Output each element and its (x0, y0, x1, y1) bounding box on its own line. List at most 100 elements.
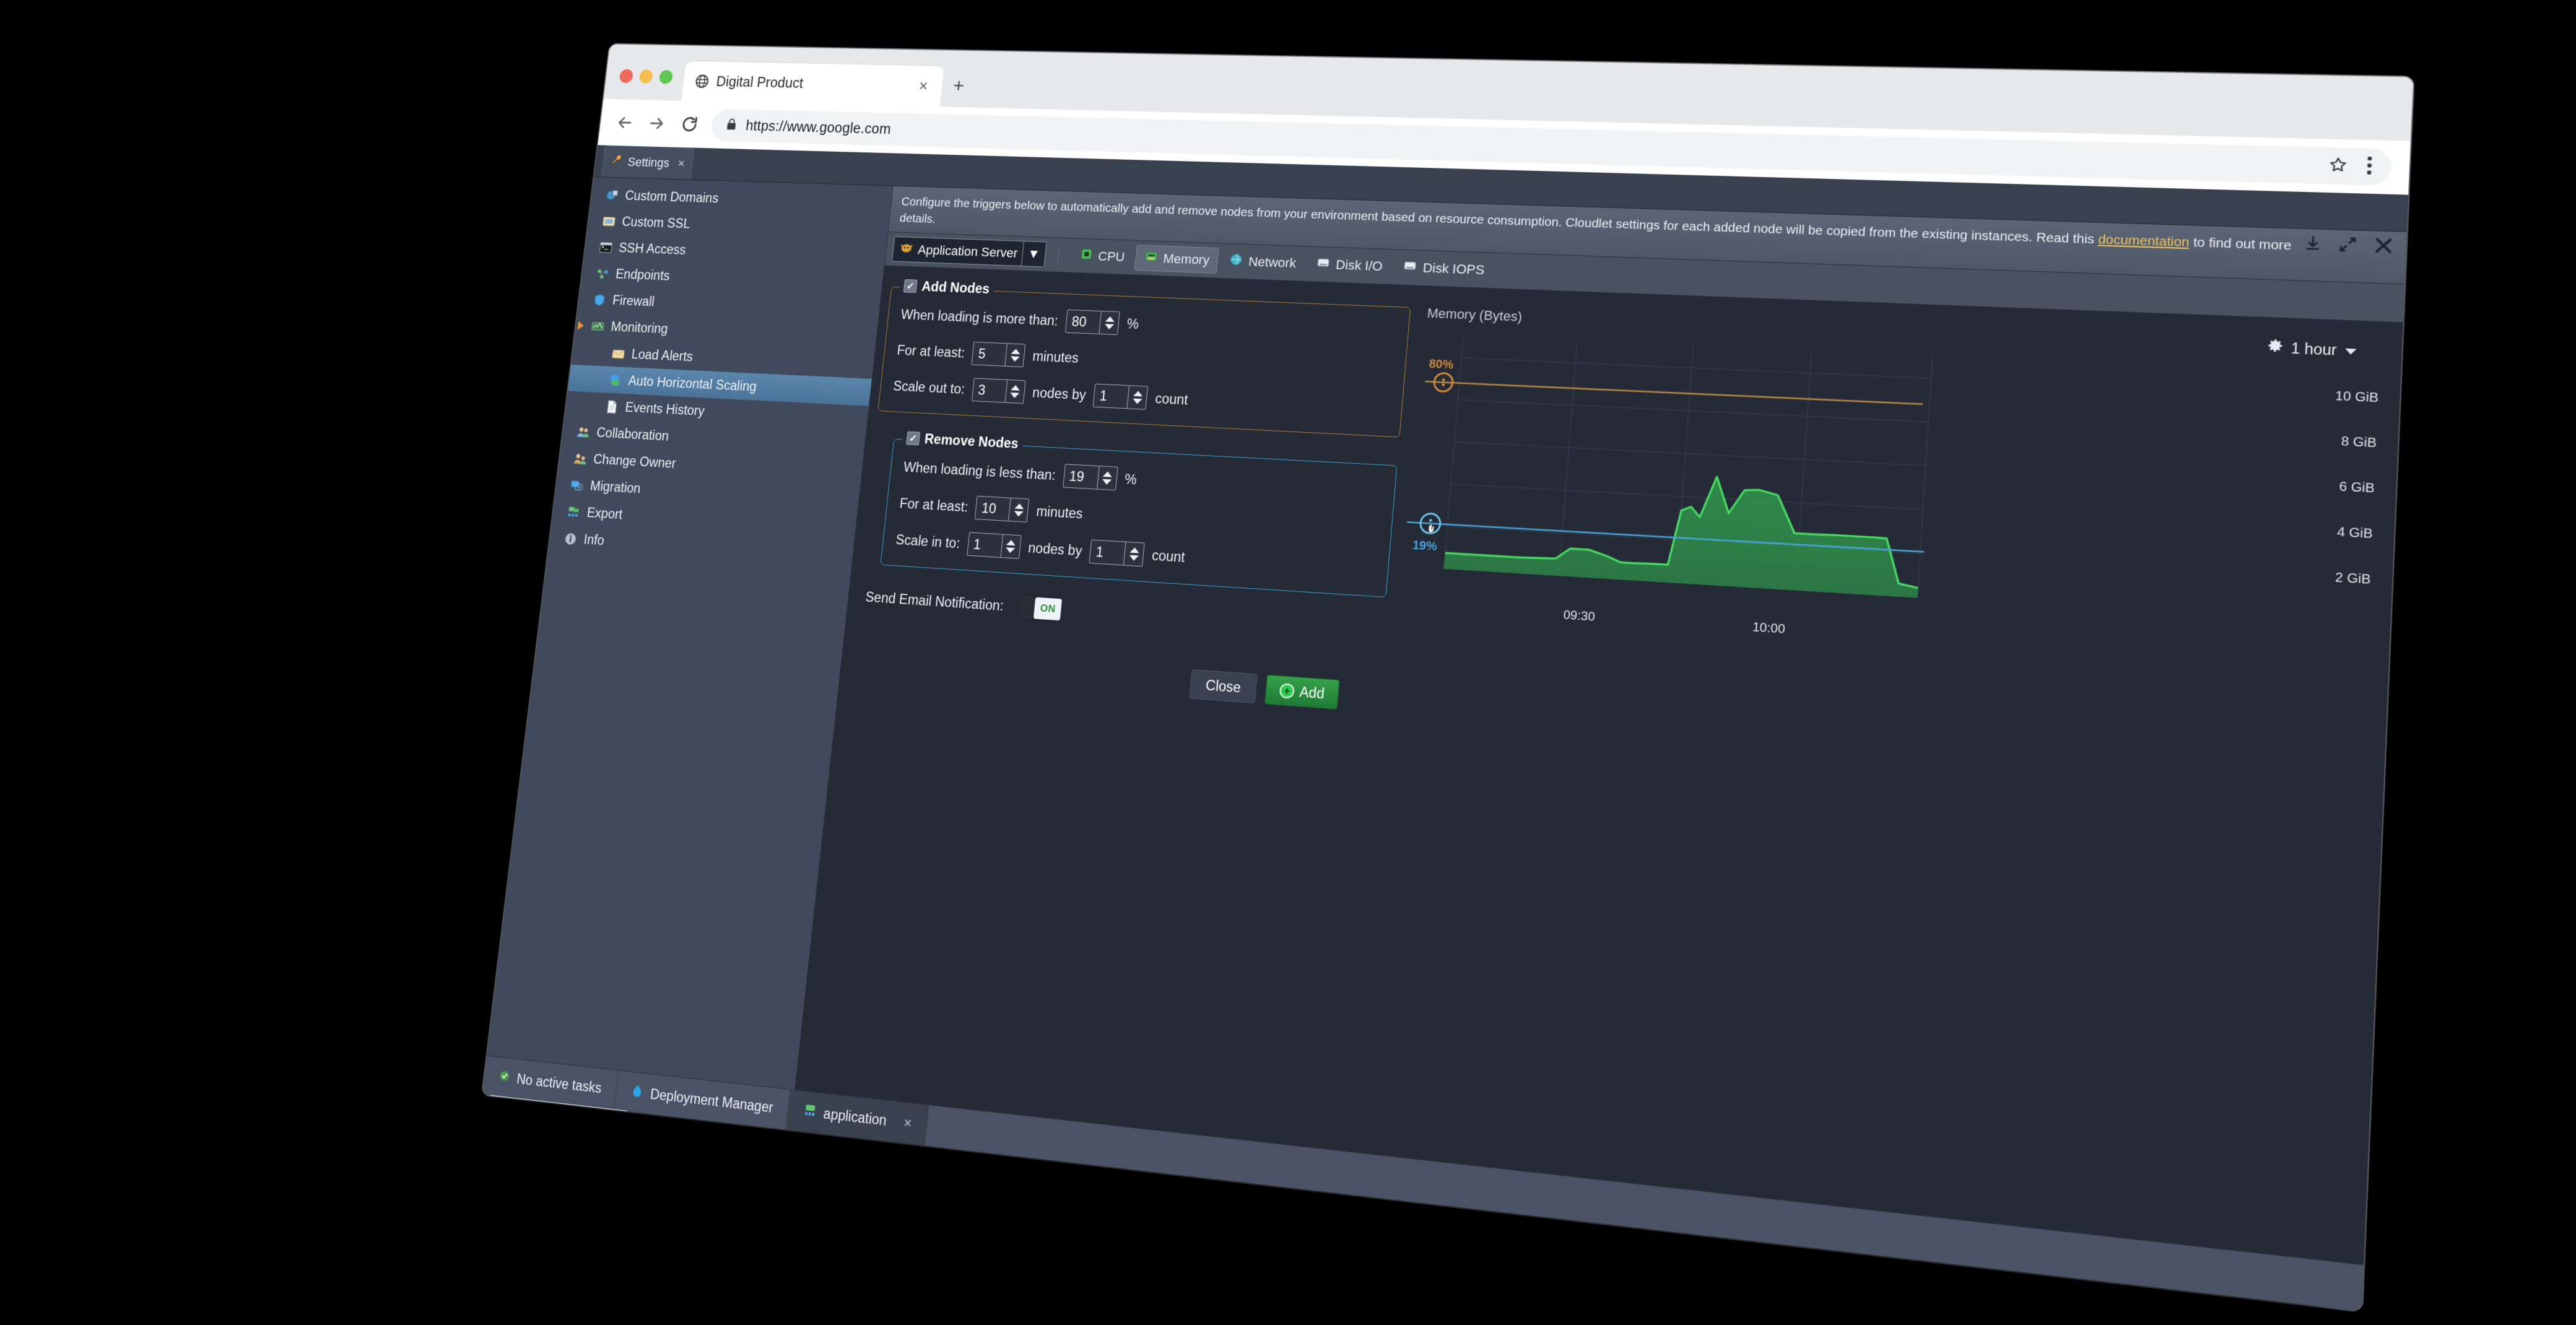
arrow-up-icon[interactable] (1011, 384, 1020, 391)
minimize-window-button[interactable] (638, 69, 654, 84)
new-tab-button[interactable]: + (951, 75, 965, 107)
monitoring-icon (590, 318, 606, 333)
wrench-icon (610, 154, 624, 170)
row-label: For at least: (899, 495, 969, 515)
chevron-down-icon[interactable] (2343, 342, 2358, 360)
remove-nodes-spinner2-2-value: 1 (1095, 544, 1105, 560)
arrow-down-icon[interactable] (1128, 555, 1139, 562)
chart-y-tick: 8 GiB (2341, 433, 2377, 450)
add-nodes-spinner-0[interactable]: 80 (1064, 310, 1120, 336)
add-nodes-checkbox[interactable]: ✓ (903, 279, 918, 293)
arrow-up-icon[interactable] (1129, 547, 1139, 554)
metric-tab-disk-iops[interactable]: Disk IOPS (1393, 254, 1495, 284)
close-settings-tab[interactable]: × (677, 156, 685, 171)
close-taskbar-item[interactable]: × (903, 1114, 912, 1132)
arrow-down-icon[interactable] (1010, 393, 1020, 399)
sidebar-item-label: Load Alerts (630, 346, 694, 364)
chart-wrap: Memory (Bytes) 1 hour 10 GiB 8 GiB 6 GiB… (1393, 299, 2391, 653)
kebab-menu-icon[interactable] (2365, 155, 2374, 178)
network-icon (1229, 253, 1244, 271)
node-type-select[interactable]: Application Server ▼ (892, 237, 1047, 267)
add-nodes-spinner-1-arrows[interactable] (1004, 344, 1025, 367)
add-nodes-spinner-0-arrows[interactable] (1099, 311, 1120, 335)
tab-settings[interactable]: Settings × (601, 145, 695, 180)
metric-tab-memory[interactable]: Memory (1134, 245, 1220, 274)
add-nodes-group: ✓ Add Nodes When loading is more than: 80… (877, 278, 1411, 438)
arrow-up-icon[interactable] (1011, 349, 1020, 355)
remove-nodes-spinner-2[interactable]: 1 (967, 532, 1022, 560)
sidebar-item-label: Collaboration (596, 425, 670, 444)
arrow-up-icon[interactable] (1133, 391, 1143, 397)
arrow-up-icon[interactable] (1105, 316, 1115, 323)
email-notification-row: Send Email Notification: ON (864, 584, 1385, 645)
metric-tab-network[interactable]: Network (1219, 248, 1306, 277)
star-icon[interactable] (2328, 155, 2348, 177)
document-icon (604, 399, 620, 414)
maximize-window-button[interactable] (658, 69, 674, 84)
toolbar-divider (1056, 246, 1060, 264)
arrow-down-icon[interactable] (1104, 324, 1114, 330)
time-range-selector[interactable]: 1 hour (2266, 337, 2359, 361)
remove-threshold-label: 19% (1412, 538, 1438, 554)
remove-nodes-label: Remove Nodes (923, 431, 1019, 452)
close-dialog-icon[interactable] (2374, 237, 2394, 258)
metric-tab-cpu[interactable]: CPU (1069, 243, 1134, 271)
minimize-dialog-icon[interactable] (2304, 235, 2323, 255)
arrow-down-icon[interactable] (1102, 479, 1112, 485)
plus-icon: + (1279, 683, 1295, 699)
close-button[interactable]: Close (1189, 669, 1258, 704)
remove-nodes-spinner2-2[interactable]: 1 (1089, 539, 1145, 567)
close-tab-button[interactable]: × (914, 77, 933, 95)
arrow-down-icon[interactable] (1014, 511, 1024, 517)
arrow-up-icon[interactable] (1014, 503, 1024, 510)
chart-x-tick: 10:00 (1752, 620, 1786, 637)
arrow-down-icon[interactable] (1005, 547, 1016, 554)
arrow-down-icon[interactable] (1010, 356, 1020, 362)
row-label: When loading is less than: (903, 459, 1056, 483)
remove-nodes-spinner-1[interactable]: 10 (975, 495, 1030, 523)
close-window-button[interactable] (619, 69, 634, 84)
arrow-up-icon[interactable] (1006, 539, 1016, 546)
browser-tab[interactable]: Digital Product × (681, 61, 944, 107)
arrow-up-icon[interactable] (1102, 471, 1113, 477)
shield-icon (592, 292, 607, 307)
remove-nodes-spinner-1-value: 10 (981, 500, 998, 516)
chart-pane: Memory (Bytes) 1 hour 10 GiB 8 GiB 6 GiB… (1382, 299, 2391, 786)
maximize-dialog-icon[interactable] (2338, 236, 2357, 256)
remove-nodes-spinner-0[interactable]: 19 (1062, 464, 1118, 491)
add-nodes-spinner-2[interactable]: 3 (971, 378, 1026, 404)
add-nodes-spinner2-2[interactable]: 1 (1092, 383, 1149, 411)
remove-nodes-spinner2-2-arrows[interactable] (1123, 542, 1144, 567)
user-swap-icon (573, 451, 588, 466)
remove-nodes-spinner-1-arrows[interactable] (1008, 498, 1029, 522)
certificate-icon (601, 214, 617, 228)
add-nodes-label: Add Nodes (921, 279, 991, 297)
metric-tab-label: Disk IOPS (1422, 260, 1486, 278)
chart-y-tick: 2 GiB (2334, 570, 2371, 587)
add-nodes-spinner2-2-arrows[interactable] (1126, 386, 1148, 410)
sidebar-item-label: Migration (589, 478, 642, 496)
chevron-down-icon[interactable]: ▼ (1020, 241, 1046, 267)
metric-tab-disk-i-o[interactable]: Disk I/O (1306, 251, 1393, 280)
reload-icon[interactable] (678, 113, 702, 136)
remove-nodes-checkbox[interactable]: ✓ (906, 431, 921, 446)
lock-icon (724, 117, 738, 134)
info-icon (563, 531, 578, 546)
email-notification-toggle[interactable]: ON (1017, 594, 1065, 623)
remove-nodes-spinner-2-arrows[interactable] (1000, 534, 1021, 558)
arrow-down-icon[interactable] (1132, 398, 1142, 405)
add-nodes-spinner-1[interactable]: 5 (971, 342, 1026, 368)
expand-triangle-icon[interactable] (577, 320, 585, 330)
forward-icon[interactable] (645, 112, 669, 135)
remove-nodes-spinner-0-arrows[interactable] (1096, 466, 1118, 490)
sidebar-item-label: Auto Horizontal Scaling (627, 373, 758, 394)
dialog-window-controls (2304, 234, 2394, 258)
tab-settings-label: Settings (627, 155, 671, 170)
add-nodes-spinner-0-value: 80 (1071, 313, 1087, 330)
back-icon[interactable] (613, 111, 637, 134)
sidebar-item-label: Monitoring (610, 319, 669, 336)
documentation-link[interactable]: documentation (2098, 232, 2190, 250)
add-nodes-spinner-2-arrows[interactable] (1004, 380, 1025, 404)
add-button[interactable]: + Add (1264, 674, 1340, 710)
window-traffic-lights (617, 69, 674, 101)
